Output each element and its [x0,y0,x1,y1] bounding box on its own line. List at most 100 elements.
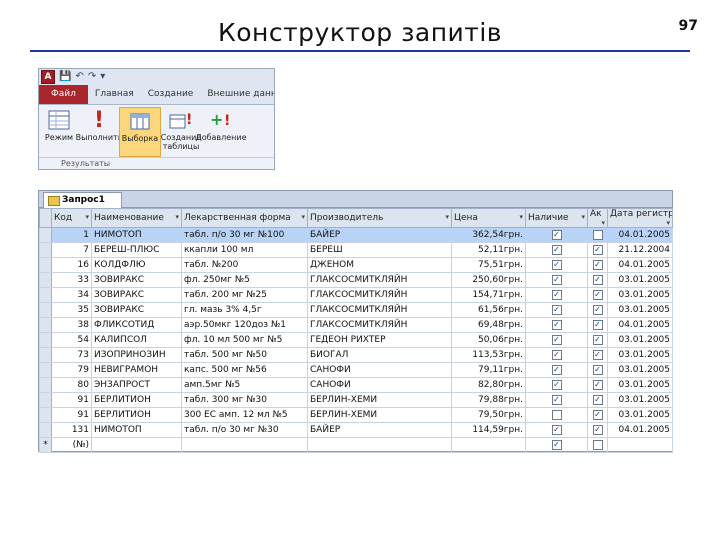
run-button[interactable]: ! Выполнить [76,107,123,157]
cell-date[interactable]: 03.01.2005 [607,287,673,303]
sort-filter-icon[interactable]: ▾ [445,213,449,221]
cell-name[interactable]: ФЛИКСОТИД [91,317,182,333]
cell-name[interactable]: КОЛДФЛЮ [91,257,182,273]
select-query-button[interactable]: Выборка [119,107,161,157]
checkbox[interactable]: ✓ [551,244,562,255]
cell-name[interactable]: ИЗОПРИНОЗИН [91,347,182,363]
empty-cell[interactable] [307,437,452,453]
query-tab[interactable]: Запрос1 [43,192,122,208]
cell-name[interactable]: ЗОВИРАКС [91,272,182,288]
cell-maker[interactable]: БЕРЛИН-ХЕМИ [307,407,452,423]
record-selector[interactable] [39,407,52,423]
tab-create[interactable]: Создание [141,85,201,104]
cell-form[interactable]: 300 ЕС амп. 12 мл №5 [181,407,308,423]
cell-date[interactable]: 04.01.2005 [607,227,673,243]
tab-file[interactable]: Файл [39,85,88,104]
checkbox[interactable]: ✓ [592,244,603,255]
cell-id[interactable]: 16 [51,257,92,273]
sort-filter-icon[interactable]: ▾ [301,213,305,221]
cell-form[interactable]: фл. 10 мл 500 мг №5 [181,332,308,348]
checkbox[interactable]: ✓ [551,289,562,300]
checkbox[interactable]: ✓ [551,319,562,330]
cell-date[interactable]: 03.01.2005 [607,377,673,393]
cell-maker[interactable]: ГЕДЕОН РИХТЕР [307,332,452,348]
column-header[interactable]: Ак ▾ [587,208,608,228]
cell-id[interactable]: (№) [51,437,92,453]
cell-price[interactable]: 69,48грн. [451,317,526,333]
cell-name[interactable]: НЕВИГРАМОН [91,362,182,378]
checkbox[interactable] [592,439,603,450]
cell-maker[interactable]: ДЖЕНОМ [307,257,452,273]
checkbox[interactable]: ✓ [551,349,562,360]
cell-name[interactable]: НИМОТОП [91,227,182,243]
cell-date[interactable]: 04.01.2005 [607,317,673,333]
cell-date[interactable]: 21.12.2004 [607,242,673,258]
table-row[interactable]: 80 ЭНЗАПРОСТ амп.5мг №5 САНОФИ 82,80грн. ✓ ✓ 03… [39,377,673,393]
checkbox[interactable]: ✓ [592,349,603,360]
undo-icon[interactable]: ↶ [75,71,83,83]
cell-form[interactable]: капс. 500 мг №56 [181,362,308,378]
cell-form[interactable]: табл. п/о 30 мг №100 [181,227,308,243]
checkbox[interactable]: ✓ [551,394,562,405]
table-row[interactable]: 16 КОЛДФЛЮ табл. №200 ДЖЕНОМ 75,51грн. ✓ ✓ 04.0… [39,257,673,273]
new-record-marker[interactable]: * [39,437,52,453]
cell-date[interactable]: 03.01.2005 [607,407,673,423]
cell-maker[interactable]: ГЛАКСОСМИТКЛЯЙН [307,317,452,333]
cell-id[interactable]: 91 [51,407,92,423]
select-all-corner[interactable] [39,208,52,228]
sort-filter-icon[interactable]: ▾ [175,213,179,221]
cell-price[interactable]: 113,53грн. [451,347,526,363]
cell-id[interactable]: 73 [51,347,92,363]
record-selector[interactable] [39,272,52,288]
cell-form[interactable]: гл. мазь 3% 4,5г [181,302,308,318]
record-selector[interactable] [39,287,52,303]
save-icon[interactable]: 💾 [59,71,71,83]
table-row[interactable]: 131 НИМОТОП табл. п/о 30 мг №30 БАЙЕР 114,59… [39,422,673,438]
view-button[interactable]: Режим [39,107,79,157]
table-row[interactable]: 91 БЕРЛИТИОН табл. 300 мг №30 БЕРЛИН-ХЕМИ 79… [39,392,673,408]
checkbox[interactable] [551,409,562,420]
tab-external-data[interactable]: Внешние данные [200,85,274,104]
append-button[interactable]: +! Добавление [195,107,246,157]
cell-maker[interactable]: ГЛАКСОСМИТКЛЯЙН [307,287,452,303]
cell-name[interactable]: БЕРЕШ-ПЛЮС [91,242,182,258]
checkbox[interactable] [592,229,603,240]
cell-date[interactable]: 03.01.2005 [607,302,673,318]
checkbox[interactable]: ✓ [551,424,562,435]
cell-maker[interactable]: БИОГАЛ [307,347,452,363]
checkbox[interactable]: ✓ [592,334,603,345]
cell-name[interactable]: БЕРЛИТИОН [91,407,182,423]
cell-name[interactable]: БЕРЛИТИОН [91,392,182,408]
empty-cell[interactable] [181,437,308,453]
cell-maker[interactable]: БЕРЛИН-ХЕМИ [307,392,452,408]
record-selector[interactable] [39,317,52,333]
table-row[interactable]: 79 НЕВИГРАМОН капс. 500 мг №56 САНОФИ 79,11г… [39,362,673,378]
record-selector[interactable] [39,362,52,378]
cell-form[interactable]: амп.5мг №5 [181,377,308,393]
table-row[interactable]: 34 ЗОВИРАКС табл. 200 мг №25 ГЛАКСОСМИТКЛЯЙ… [39,287,673,303]
cell-id[interactable]: 34 [51,287,92,303]
empty-cell[interactable] [607,437,673,453]
checkbox[interactable]: ✓ [551,304,562,315]
cell-maker[interactable]: БАЙЕР [307,227,452,243]
cell-id[interactable]: 80 [51,377,92,393]
record-selector[interactable] [39,422,52,438]
cell-price[interactable]: 362,54грн. [451,227,526,243]
checkbox[interactable]: ✓ [592,364,603,375]
checkbox[interactable]: ✓ [551,439,562,450]
checkbox[interactable]: ✓ [592,394,603,405]
record-selector[interactable] [39,227,52,243]
cell-date[interactable]: 04.01.2005 [607,257,673,273]
record-selector[interactable] [39,332,52,348]
cell-date[interactable]: 03.01.2005 [607,362,673,378]
checkbox[interactable]: ✓ [592,379,603,390]
cell-id[interactable]: 35 [51,302,92,318]
record-selector[interactable] [39,302,52,318]
cell-price[interactable]: 250,60грн. [451,272,526,288]
column-header[interactable]: Дата регистр ▾ [607,208,673,228]
cell-date[interactable]: 03.01.2005 [607,347,673,363]
make-table-button[interactable]: ! Создание таблицы [161,107,202,157]
cell-id[interactable]: 38 [51,317,92,333]
cell-form[interactable]: ккапли 100 мл [181,242,308,258]
cell-maker[interactable]: САНОФИ [307,362,452,378]
